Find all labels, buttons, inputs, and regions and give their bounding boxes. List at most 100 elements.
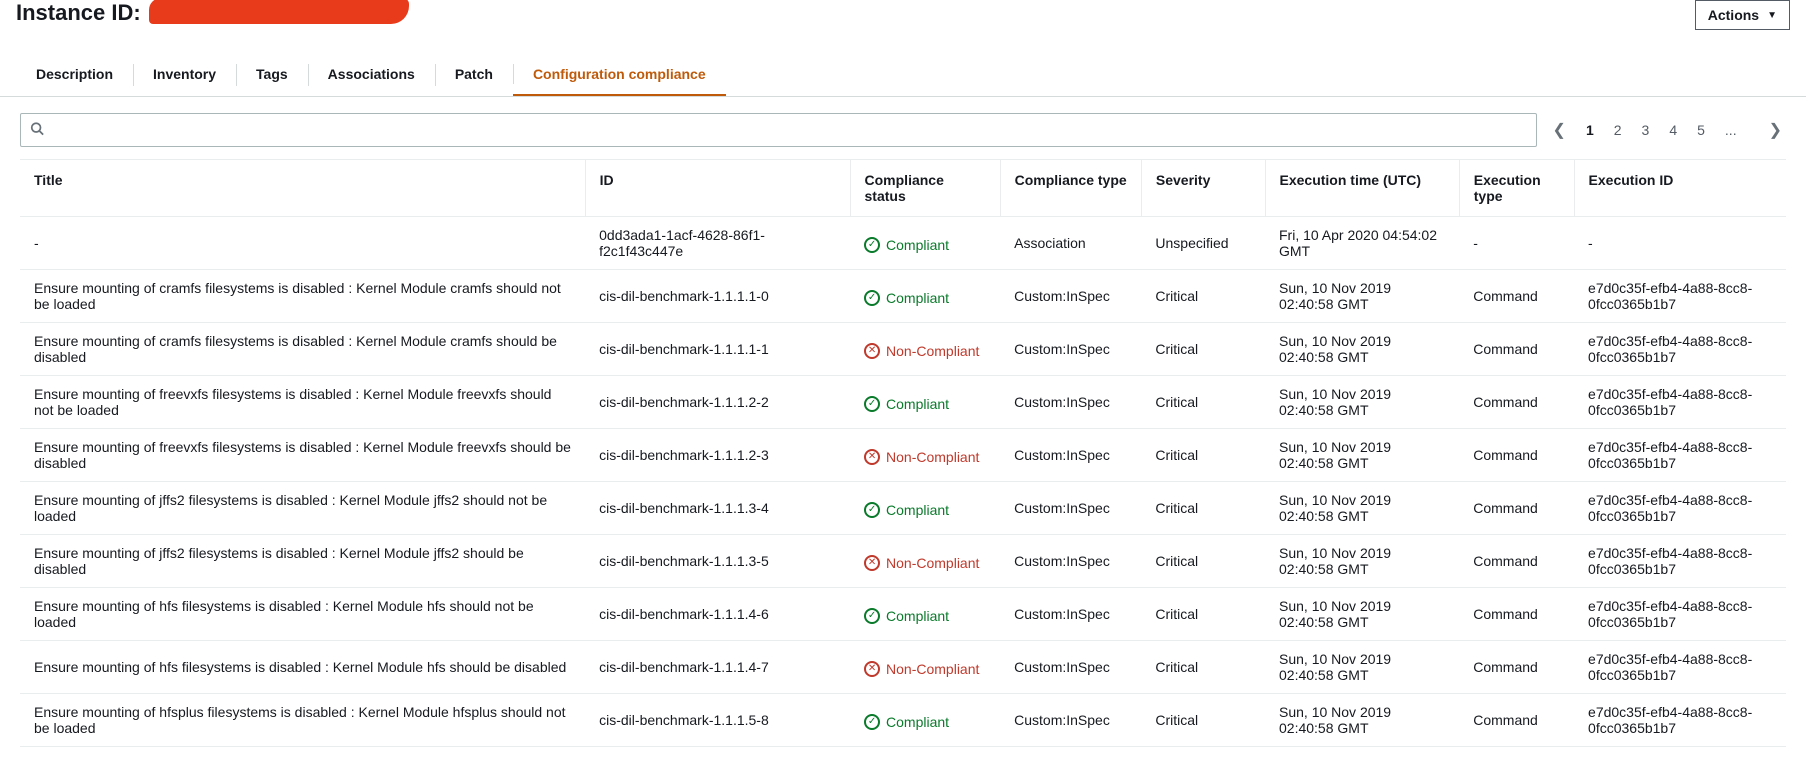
redacted-instance-id: [149, 0, 409, 24]
status-text: Non-Compliant: [886, 343, 979, 359]
cell-time: Fri, 10 Apr 2020 04:54:02 GMT: [1265, 217, 1459, 270]
cell-id: cis-dil-benchmark-1.1.1.2-3: [585, 429, 850, 482]
cell-time: Sun, 10 Nov 2019 02:40:58 GMT: [1265, 429, 1459, 482]
status-text: Compliant: [886, 290, 949, 306]
cell-type: Custom:InSpec: [1000, 641, 1141, 694]
table-row: Ensure mounting of hfs filesystems is di…: [20, 588, 1786, 641]
cell-type: Custom:InSpec: [1000, 323, 1141, 376]
search-icon: [30, 122, 44, 139]
status-compliant: ✓ Compliant: [864, 290, 949, 306]
table-row: Ensure mounting of freevxfs filesystems …: [20, 429, 1786, 482]
cell-time: Sun, 10 Nov 2019 02:40:58 GMT: [1265, 535, 1459, 588]
cell-execid: e7d0c35f-efb4-4a88-8cc8-0fcc0365b1b7: [1574, 482, 1786, 535]
cell-status: ✓ Compliant: [850, 588, 1000, 641]
cell-time: Sun, 10 Nov 2019 02:40:58 GMT: [1265, 482, 1459, 535]
cell-status: ✕ Non-Compliant: [850, 535, 1000, 588]
cell-type: Custom:InSpec: [1000, 482, 1141, 535]
cell-exectype: Command: [1459, 588, 1574, 641]
cell-status: ✓Compliant: [850, 694, 1000, 747]
x-circle-icon: ✕: [864, 661, 880, 677]
cell-execid: e7d0c35f-efb4-4a88-8cc8-0fcc0365b1b7: [1574, 641, 1786, 694]
pagination-page-3[interactable]: 3: [1638, 120, 1654, 140]
cell-id: cis-dil-benchmark-1.1.1.4-7: [585, 641, 850, 694]
cell-status: ✓Compliant: [850, 217, 1000, 270]
status-noncompliant: ✕Non-Compliant: [864, 661, 979, 677]
cell-time: Sun, 10 Nov 2019 02:40:58 GMT: [1265, 270, 1459, 323]
column-header-execution-id[interactable]: Execution ID: [1574, 160, 1786, 217]
search-input[interactable]: [20, 113, 1537, 147]
cell-time: Sun, 10 Nov 2019 02:40:58 GMT: [1265, 694, 1459, 747]
cell-type: Association: [1000, 217, 1141, 270]
cell-id: cis-dil-benchmark-1.1.1.4-6: [585, 588, 850, 641]
tab-label: Configuration compliance: [533, 66, 706, 82]
tab-patch[interactable]: Patch: [435, 54, 513, 96]
cell-id: 0dd3ada1-1acf-4628-86f1-f2c1f43c447e: [585, 217, 850, 270]
tab-tags[interactable]: Tags: [236, 54, 308, 96]
cell-time: Sun, 10 Nov 2019 02:40:58 GMT: [1265, 588, 1459, 641]
tabs: Description Inventory TagsAssociationsPatc…: [0, 54, 1806, 97]
pagination-page-1[interactable]: 1: [1582, 120, 1598, 140]
cell-severity: Critical: [1141, 641, 1265, 694]
column-header-execution-time-utc-[interactable]: Execution time (UTC): [1265, 160, 1459, 217]
tab-label: Description: [36, 66, 113, 82]
table-row: Ensure mounting of cramfs filesystems is…: [20, 270, 1786, 323]
tab-configuration-compliance[interactable]: Configuration compliance: [513, 54, 726, 96]
cell-type: Custom:InSpec: [1000, 694, 1141, 747]
cell-exectype: Command: [1459, 694, 1574, 747]
cell-severity: Critical: [1141, 588, 1265, 641]
pagination-page-4[interactable]: 4: [1665, 120, 1681, 140]
status-compliant: ✓ Compliant: [864, 502, 949, 518]
column-header-compliance-status[interactable]: Compliance status: [850, 160, 1000, 217]
status-text: Compliant: [886, 608, 949, 624]
status-compliant: ✓ Compliant: [864, 608, 949, 624]
cell-type: Custom:InSpec: [1000, 376, 1141, 429]
pagination-page-2[interactable]: 2: [1610, 120, 1626, 140]
status-text: Non-Compliant: [886, 555, 979, 571]
cell-execid: e7d0c35f-efb4-4a88-8cc8-0fcc0365b1b7: [1574, 270, 1786, 323]
cell-execid: e7d0c35f-efb4-4a88-8cc8-0fcc0365b1b7: [1574, 535, 1786, 588]
column-header-execution-type[interactable]: Execution type: [1459, 160, 1574, 217]
status-text: Non-Compliant: [886, 449, 979, 465]
check-circle-icon: ✓: [864, 608, 880, 624]
status-text: Compliant: [886, 502, 949, 518]
check-circle-icon: ✓: [864, 714, 880, 730]
pagination: ❮ 12345... ❯: [1549, 116, 1786, 144]
tab-inventory[interactable]: Inventory: [133, 54, 236, 96]
tab-associations[interactable]: Associations: [308, 54, 435, 96]
check-circle-icon: ✓: [864, 502, 880, 518]
cell-id: cis-dil-benchmark-1.1.1.3-5: [585, 535, 850, 588]
cell-severity: Critical: [1141, 694, 1265, 747]
status-text: Compliant: [886, 237, 949, 253]
chevron-left-icon: ❮: [1553, 122, 1566, 139]
column-header-severity[interactable]: Severity: [1141, 160, 1265, 217]
cell-title: Ensure mounting of cramfs filesystems is…: [20, 323, 585, 376]
column-header-compliance-type[interactable]: Compliance type: [1000, 160, 1141, 217]
actions-button[interactable]: Actions ▼: [1695, 0, 1790, 30]
cell-status: ✓ Compliant: [850, 482, 1000, 535]
column-header-id[interactable]: ID: [585, 160, 850, 217]
cell-type: Custom:InSpec: [1000, 270, 1141, 323]
cell-type: Custom:InSpec: [1000, 429, 1141, 482]
cell-severity: Critical: [1141, 323, 1265, 376]
cell-severity: Critical: [1141, 535, 1265, 588]
cell-title: Ensure mounting of cramfs filesystems is…: [20, 270, 585, 323]
pagination-previous-button[interactable]: ❮: [1549, 116, 1570, 144]
compliance-table: TitleIDCompliance statusCompliance typeS…: [20, 159, 1786, 747]
pagination-page-5[interactable]: 5: [1693, 120, 1709, 140]
check-circle-icon: ✓: [864, 396, 880, 412]
cell-time: Sun, 10 Nov 2019 02:40:58 GMT: [1265, 641, 1459, 694]
tab-label: Inventory: [153, 66, 216, 82]
actions-button-label: Actions: [1708, 7, 1759, 23]
check-circle-icon: ✓: [864, 290, 880, 306]
tab-description[interactable]: Description: [16, 54, 133, 96]
cell-status: ✕ Non-Compliant: [850, 429, 1000, 482]
cell-exectype: Command: [1459, 535, 1574, 588]
cell-exectype: -: [1459, 217, 1574, 270]
chevron-right-icon: ❯: [1769, 122, 1782, 139]
cell-severity: Critical: [1141, 270, 1265, 323]
caret-down-icon: ▼: [1767, 10, 1777, 21]
pagination-next-button[interactable]: ❯: [1765, 116, 1786, 144]
x-circle-icon: ✕: [864, 555, 880, 571]
x-circle-icon: ✕: [864, 449, 880, 465]
column-header-title[interactable]: Title: [20, 160, 585, 217]
